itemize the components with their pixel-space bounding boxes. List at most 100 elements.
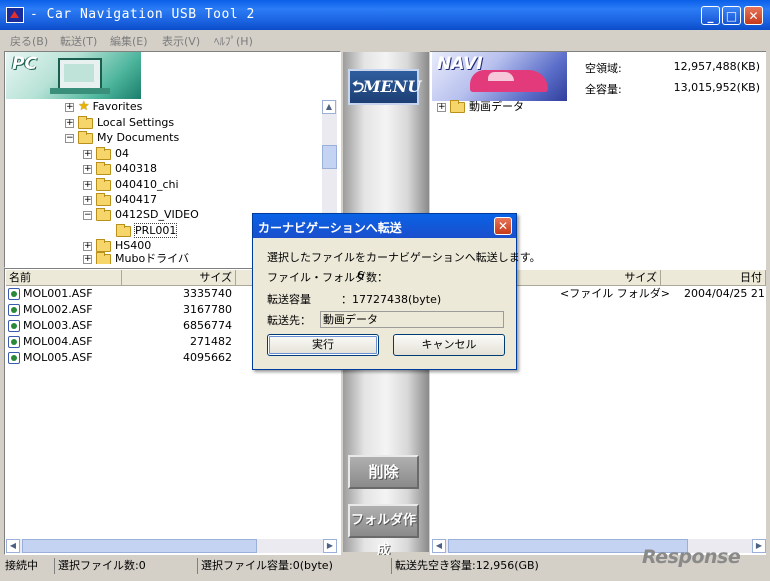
maximize-button[interactable]: □ (722, 6, 741, 25)
file-row[interactable]: MOL003.ASF (8, 318, 93, 334)
dialog-message: 選択したファイルをカーナビゲーションへ転送します。 (267, 251, 541, 264)
scroll-up-button[interactable]: ▲ (322, 100, 336, 114)
tree-label: 0412SD_VIDEO (115, 208, 199, 221)
tree-item-local-settings[interactable]: + Local Settings (65, 115, 174, 131)
tree-label: 040417 (115, 193, 157, 206)
minimize-button[interactable]: _ (701, 6, 720, 25)
response-watermark: Response (642, 546, 741, 568)
menu-edit[interactable]: 編集(E) (110, 33, 148, 49)
tree-item-video-data[interactable]: + 動画データ (437, 99, 524, 115)
menu-transfer[interactable]: 転送(T) (60, 33, 97, 49)
folder-icon (78, 130, 93, 144)
app-icon (6, 7, 24, 23)
expand-icon[interactable]: + (83, 254, 92, 264)
folder-icon (96, 252, 111, 264)
column-header-size[interactable]: サイズ (517, 270, 661, 286)
menu-help[interactable]: ﾍﾙﾌﾟ(H) (214, 33, 253, 49)
expand-icon[interactable]: + (83, 180, 92, 190)
make-folder-button[interactable]: フォルダ作成 (348, 504, 419, 558)
file-size: 3167780 (183, 303, 232, 316)
scroll-thumb[interactable] (322, 145, 337, 169)
scroll-thumb[interactable] (22, 539, 257, 553)
file-size: 3335740 (183, 287, 232, 300)
expand-icon[interactable]: + (83, 149, 92, 159)
tree-label: Muboドライバ (115, 252, 189, 264)
menu-bar: 戻る(B) 転送(T) 編集(E) 表示(V) ﾍﾙﾌﾟ(H) (0, 30, 770, 50)
destination-free-space: 転送先空き容量:12,956(GB) (391, 558, 539, 574)
pc-list-hscrollbar[interactable]: ◀ ▶ (6, 539, 337, 553)
tree-item-my-documents[interactable]: − My Documents (65, 130, 179, 146)
menu-view[interactable]: 表示(V) (162, 33, 200, 49)
tree-label: PRL001 (133, 223, 178, 238)
tree-item-040318[interactable]: +040318 (83, 161, 157, 177)
file-size: 6856774 (183, 319, 232, 332)
selected-file-count: 選択ファイル数:0 (54, 558, 146, 574)
file-name: MOL005.ASF (23, 351, 93, 364)
tree-item-040417[interactable]: +040417 (83, 192, 157, 208)
collapse-icon[interactable]: − (83, 210, 92, 220)
file-row[interactable]: MOL001.ASF (8, 286, 93, 302)
file-name: MOL003.ASF (23, 319, 93, 332)
column-header-size[interactable]: サイズ (122, 270, 236, 286)
tree-label: 04 (115, 147, 129, 160)
expand-icon[interactable]: + (65, 118, 74, 128)
file-row[interactable]: MOL004.ASF (8, 334, 93, 350)
open-folder-icon (116, 223, 131, 237)
tree-item-040410-chi[interactable]: +040410_chi (83, 177, 179, 193)
connection-status: 接続中 (5, 559, 38, 572)
folder-icon (450, 99, 465, 113)
destination-label: 転送先： (267, 314, 311, 327)
file-size: 4095662 (183, 351, 232, 364)
pc-monitor-icon (58, 58, 102, 90)
tree-item-favorites[interactable]: + ★ Favorites (65, 99, 142, 115)
expand-icon[interactable]: + (83, 241, 92, 251)
capacity-label: 全容量: (585, 83, 622, 96)
tree-item-mubo-driver[interactable]: + Muboドライバ (83, 252, 189, 264)
expand-icon[interactable]: + (65, 102, 74, 112)
expand-icon[interactable]: + (83, 164, 92, 174)
menu-back[interactable]: 戻る(B) (10, 33, 48, 49)
file-row[interactable]: MOL005.ASF (8, 350, 93, 366)
close-button[interactable]: ✕ (744, 6, 763, 25)
file-count-label: ファイル・フォルダ数： (267, 271, 388, 284)
delete-button[interactable]: 削除 (348, 455, 419, 489)
folder-icon (96, 161, 111, 175)
execute-button[interactable]: 実行 (267, 334, 379, 356)
scroll-left-button[interactable]: ◀ (6, 539, 20, 553)
file-size: 271482 (190, 335, 232, 348)
destination-field[interactable]: 動画データ (320, 311, 504, 328)
tree-label: HS400 (115, 239, 152, 252)
column-header-date[interactable]: 日付 (661, 270, 766, 286)
folder-icon (96, 238, 111, 252)
star-icon: ★ (78, 99, 90, 114)
dialog-close-button[interactable]: ✕ (494, 217, 512, 235)
file-name: MOL001.ASF (23, 287, 93, 300)
file-count-value: 6 (357, 269, 364, 282)
tree-item-prl001[interactable]: PRL001 (116, 223, 178, 239)
transfer-size-value: ：17727438(byte) (341, 293, 442, 306)
transfer-size-label: 転送容量 (267, 293, 311, 306)
tree-item-0412sd-video[interactable]: − 0412SD_VIDEO (83, 207, 199, 223)
expand-icon[interactable]: + (83, 195, 92, 205)
file-row[interactable]: MOL002.ASF (8, 302, 93, 318)
folder-date: 2004/04/25 21:3 (684, 287, 766, 300)
navi-banner-label: NAVI (437, 54, 483, 74)
tree-item-04[interactable]: +04 (83, 146, 129, 162)
collapse-icon[interactable]: − (65, 133, 74, 143)
folder-icon (96, 177, 111, 191)
scroll-left-button[interactable]: ◀ (432, 539, 446, 553)
scroll-right-button[interactable]: ▶ (752, 539, 766, 553)
folder-type: <ファイル フォルダ> (560, 287, 670, 300)
asf-file-icon (8, 288, 20, 300)
scroll-right-button[interactable]: ▶ (323, 539, 337, 553)
menu-button[interactable]: ⮌MENU (348, 69, 421, 105)
tree-label: My Documents (97, 131, 180, 144)
expand-icon[interactable]: + (437, 102, 446, 112)
selected-file-size: 選択ファイル容量:0(byte) (197, 558, 333, 574)
tree-label: Favorites (92, 100, 143, 113)
tree-label: 040410_chi (115, 178, 179, 191)
folder-icon (96, 207, 111, 221)
cancel-button[interactable]: キャンセル (393, 334, 505, 356)
column-header-name[interactable]: 名前 (6, 270, 122, 286)
dialog-title: カーナビゲーションへ転送 (258, 221, 402, 235)
